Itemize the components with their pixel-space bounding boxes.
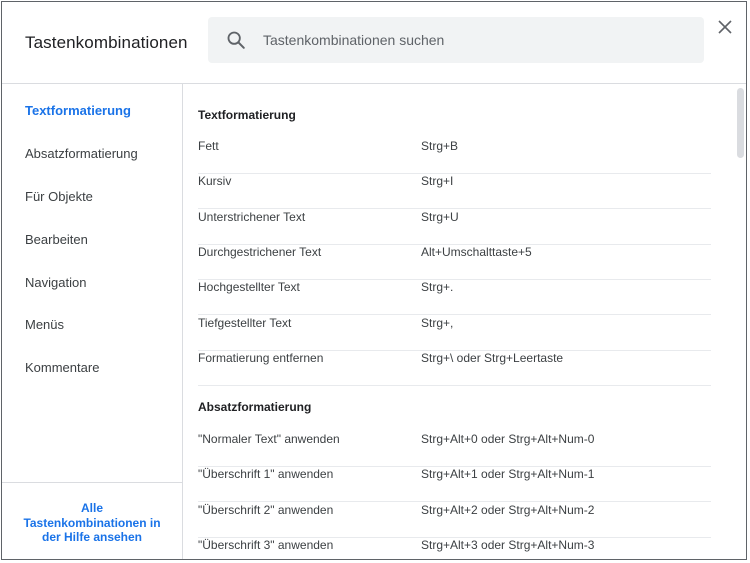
shortcut-row: "Überschrift 1" anwenden Strg+Alt+1 oder… [198, 467, 711, 502]
sidebar-item-navigation[interactable]: Navigation [25, 275, 86, 290]
shortcut-row: "Normaler Text" anwenden Strg+Alt+0 oder… [198, 432, 711, 467]
shortcut-row: Formatierung entfernen Strg+\ oder Strg+… [198, 351, 711, 386]
shortcut-row: Fett Strg+B [198, 139, 711, 174]
shortcut-name: Unterstrichener Text [198, 210, 306, 224]
shortcut-name: Tiefgestellter Text [198, 316, 292, 330]
help-center-link[interactable]: Alle Tastenkombinationen in der Hilfe an… [16, 501, 168, 545]
search-box[interactable] [208, 17, 704, 63]
search-icon [227, 31, 245, 49]
shortcut-name: Kursiv [198, 174, 232, 188]
shortcut-keys: Strg+Alt+2 oder Strg+Alt+Num-2 [421, 503, 595, 517]
dialog-title: Tastenkombinationen [25, 33, 188, 52]
shortcut-keys: Strg+. [421, 280, 454, 294]
keyboard-shortcuts-dialog: Tastenkombinationen Textformatierung Abs… [1, 1, 747, 560]
sidebar-item-kommentare[interactable]: Kommentare [25, 360, 99, 375]
shortcut-row: "Überschrift 2" anwenden Strg+Alt+2 oder… [198, 503, 711, 538]
sidebar-item-menues[interactable]: Menüs [25, 317, 64, 332]
shortcut-name: "Überschrift 2" anwenden [198, 503, 334, 517]
shortcut-row: Unterstrichener Text Strg+U [198, 210, 711, 245]
shortcut-name: "Überschrift 1" anwenden [198, 467, 334, 481]
help-link-line-1: Alle [80, 501, 103, 515]
shortcut-name: "Überschrift 3" anwenden [198, 538, 334, 552]
shortcut-name: Formatierung entfernen [198, 351, 324, 365]
shortcut-name: Durchgestrichener Text [198, 245, 322, 259]
dialog-header: Tastenkombinationen [2, 2, 746, 84]
shortcut-keys: Strg+U [421, 210, 459, 224]
shortcut-row: Durchgestrichener Text Alt+Umschalttaste… [198, 245, 711, 280]
shortcut-keys: Strg+Alt+1 oder Strg+Alt+Num-1 [421, 467, 595, 481]
shortcut-row: Hochgestellter Text Strg+. [198, 280, 711, 315]
section-title-absatzformatierung: Absatzformatierung [198, 400, 312, 414]
shortcut-keys: Strg+I [421, 174, 454, 188]
shortcut-keys: Strg+B [421, 139, 459, 153]
shortcut-row: Kursiv Strg+I [198, 174, 711, 209]
sidebar-item-bearbeiten[interactable]: Bearbeiten [25, 232, 88, 247]
section-title-textformatierung: Textformatierung [198, 108, 296, 122]
shortcut-keys: Strg+Alt+3 oder Strg+Alt+Num-3 [421, 538, 595, 552]
close-icon[interactable] [716, 18, 734, 36]
shortcut-keys: Strg+\ oder Strg+Leertaste [421, 351, 564, 365]
shortcut-keys: Strg+Alt+0 oder Strg+Alt+Num-0 [421, 432, 595, 446]
sidebar-footer: Alle Tastenkombinationen in der Hilfe an… [2, 482, 182, 559]
sidebar-item-textformatierung[interactable]: Textformatierung [25, 103, 131, 118]
shortcut-keys: Alt+Umschalttaste+5 [421, 245, 532, 259]
search-input[interactable] [263, 17, 683, 63]
help-link-line-2: Tastenkombinationen in [23, 515, 161, 530]
shortcut-row: Tiefgestellter Text Strg+, [198, 316, 711, 351]
shortcut-keys: Strg+, [421, 316, 454, 330]
scrollbar-thumb[interactable] [737, 88, 744, 158]
shortcut-name: Hochgestellter Text [198, 280, 300, 294]
shortcut-name: Fett [198, 139, 219, 153]
sidebar-item-fuer-objekte[interactable]: Für Objekte [25, 189, 93, 204]
shortcut-list[interactable]: Textformatierung Fett Strg+B Kursiv Strg… [183, 84, 737, 559]
shortcut-row: "Überschrift 3" anwenden Strg+Alt+3 oder… [198, 538, 711, 559]
sidebar-item-absatzformatierung[interactable]: Absatzformatierung [25, 146, 138, 161]
shortcut-name: "Normaler Text" anwenden [198, 432, 340, 446]
help-link-line-3: der Hilfe ansehen [41, 530, 143, 544]
category-sidebar: Textformatierung Absatzformatierung Für … [2, 84, 183, 559]
